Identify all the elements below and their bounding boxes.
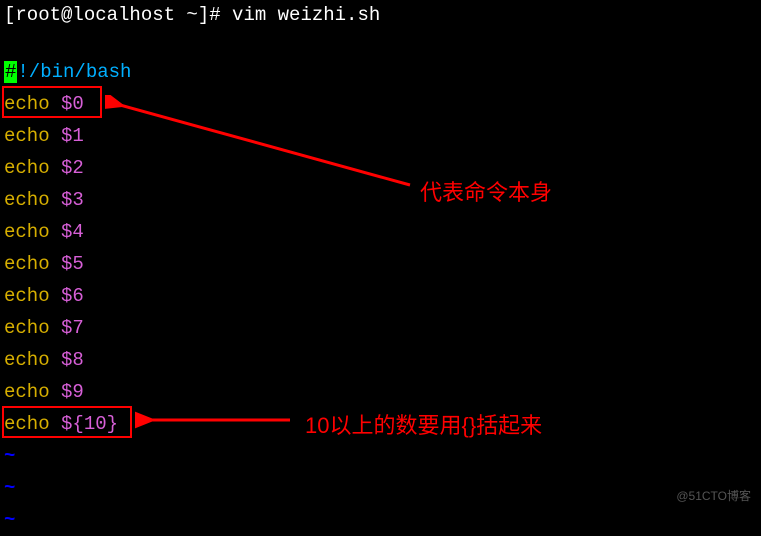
variable: $4	[61, 221, 84, 243]
echo-command: echo	[4, 253, 50, 275]
variable: $0	[61, 93, 84, 115]
vim-empty-line: ~	[4, 440, 757, 472]
code-line: echo $8	[4, 344, 757, 376]
variable: ${10}	[61, 413, 118, 435]
variable: $7	[61, 317, 84, 339]
shebang-line: #!/bin/bash	[4, 56, 757, 88]
code-line: echo $7	[4, 312, 757, 344]
variable: $2	[61, 157, 84, 179]
echo-command: echo	[4, 381, 50, 403]
tilde-marker: ~	[4, 477, 15, 499]
tilde-marker: ~	[4, 445, 15, 467]
echo-command: echo	[4, 189, 50, 211]
variable: $9	[61, 381, 84, 403]
annotation-text-2: 10以上的数要用{}括起来	[305, 408, 542, 440]
variable: $6	[61, 285, 84, 307]
variable: $8	[61, 349, 84, 371]
code-line: echo $0	[4, 88, 757, 120]
variable: $3	[61, 189, 84, 211]
echo-command: echo	[4, 157, 50, 179]
echo-command: echo	[4, 125, 50, 147]
variable: $1	[61, 125, 84, 147]
code-line: echo $5	[4, 248, 757, 280]
echo-command: echo	[4, 413, 50, 435]
watermark: @51CTO博客	[676, 487, 751, 504]
echo-command: echo	[4, 349, 50, 371]
code-line: echo $1	[4, 120, 757, 152]
code-line: echo $4	[4, 216, 757, 248]
code-line: echo $2	[4, 152, 757, 184]
vim-empty-line: ~	[4, 472, 757, 504]
annotation-text-1: 代表命令本身	[420, 175, 552, 207]
echo-command: echo	[4, 317, 50, 339]
echo-command: echo	[4, 221, 50, 243]
code-line: echo $9	[4, 376, 757, 408]
echo-command: echo	[4, 93, 50, 115]
variable: $5	[61, 253, 84, 275]
cursor: #	[4, 61, 17, 83]
tilde-marker: ~	[4, 509, 15, 531]
shebang-text: !/bin/bash	[17, 61, 131, 83]
terminal-prompt: [root@localhost ~]# vim weizhi.sh	[4, 4, 757, 26]
code-line: echo $3	[4, 184, 757, 216]
echo-command: echo	[4, 285, 50, 307]
code-line: echo $6	[4, 280, 757, 312]
